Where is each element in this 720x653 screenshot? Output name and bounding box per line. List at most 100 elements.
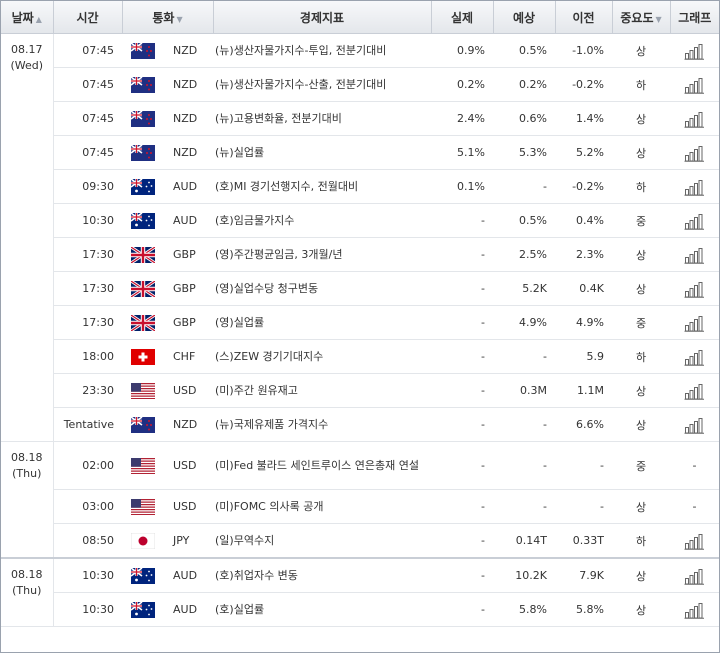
actual-cell: - [431, 557, 493, 593]
table-row: 07:45 NZD (뉴)실업률 5.1% 5.3% 5.2% 상 [1, 135, 719, 170]
forecast-cell: 2.5% [493, 237, 555, 272]
graph-cell [670, 135, 719, 170]
previous-cell: 5.8% [555, 592, 612, 627]
date-value: 08.18 [11, 568, 43, 581]
indicator-cell: (미)FOMC 의사록 공개 [213, 489, 431, 524]
importance-cell: 상 [612, 101, 670, 136]
col-currency[interactable]: 통화 ▼ [121, 1, 214, 34]
previous-cell: -1.0% [555, 33, 612, 68]
forecast-cell: 0.5% [493, 203, 555, 238]
flag-cell [122, 101, 160, 136]
bar-chart-icon[interactable] [684, 179, 706, 196]
previous-cell: 1.1M [555, 373, 612, 408]
flag-cell [122, 592, 160, 627]
bar-chart-icon[interactable] [684, 111, 706, 128]
time-cell: 07:45 [53, 135, 122, 170]
indicator-cell: (미)Fed 불라드 세인트루이스 연은총재 연설 [213, 441, 431, 490]
currency-cell: NZD [160, 33, 213, 68]
calendar-body: 08.17 (Wed) 07:45 NZD (뉴)생산자물가지수-투입, 전분기대비 0.… [1, 33, 719, 627]
actual-cell: - [431, 305, 493, 340]
flag-cell [122, 67, 160, 102]
flag-cell [122, 169, 160, 204]
weekday: (Thu) [12, 467, 42, 480]
currency-cell: JPY [160, 523, 213, 559]
flag-jp-icon [131, 532, 155, 549]
indicator-cell: (호)실업률 [213, 592, 431, 627]
table-row: 08.18 (Thu) 02:00 USD (미)Fed 불라드 세인트루이스 연은총재… [1, 441, 719, 559]
previous-cell: 5.2% [555, 135, 612, 170]
currency-cell: GBP [160, 271, 213, 306]
bar-chart-icon[interactable] [684, 417, 706, 434]
flag-cell [122, 33, 160, 68]
flag-nz-icon [131, 42, 155, 59]
flag-au-icon [131, 178, 155, 195]
weekday: (Wed) [10, 59, 44, 72]
previous-cell: 5.9 [555, 339, 612, 374]
bar-chart-icon[interactable] [684, 533, 706, 550]
time-cell: 03:00 [53, 489, 122, 524]
bar-chart-icon[interactable] [684, 315, 706, 332]
table-row: 10:30 AUD (호)실업률 -5.8% 5.8% 상 [1, 592, 719, 627]
bar-chart-icon[interactable] [684, 349, 706, 366]
flag-cell [122, 441, 160, 490]
flag-cell [122, 237, 160, 272]
bar-chart-icon[interactable] [684, 43, 706, 60]
bar-chart-icon[interactable] [684, 247, 706, 264]
time-cell: Tentative [53, 407, 122, 442]
currency-cell: USD [160, 489, 213, 524]
flag-au-icon [131, 601, 155, 618]
forecast-cell: 0.3M [493, 373, 555, 408]
actual-cell: 0.9% [431, 33, 493, 68]
importance-cell: 하 [612, 523, 670, 559]
previous-cell: 6.6% [555, 407, 612, 442]
currency-cell: USD [160, 373, 213, 408]
flag-us-icon [131, 457, 155, 474]
bar-chart-icon[interactable] [684, 281, 706, 298]
actual-cell: - [431, 407, 493, 442]
col-date-label: 날짜 [11, 10, 34, 25]
graph-cell [670, 203, 719, 238]
col-forecast: 예상 [492, 1, 556, 34]
importance-cell: 상 [612, 373, 670, 408]
col-importance[interactable]: 중요도 ▼ [611, 1, 671, 34]
economic-calendar: 날짜 ▲ 시간 통화 ▼ 경제지표 실제 예상 이전 중요도 ▼ 그래프 08.17(… [0, 0, 720, 653]
currency-cell: USD [160, 441, 213, 490]
bar-chart-icon[interactable] [684, 213, 706, 230]
graph-cell [670, 339, 719, 374]
flag-au-icon [131, 567, 155, 584]
indicator-cell: (뉴)국제유제품 가격지수 [213, 407, 431, 442]
date-cell: 08.18 (Thu) [1, 557, 54, 627]
time-cell: 07:45 [53, 67, 122, 102]
table-row: 03:00 USD (미)FOMC 의사록 공개 - - - 상 - [1, 489, 719, 524]
currency-cell: AUD [160, 557, 213, 593]
bar-chart-icon[interactable] [684, 77, 706, 94]
importance-cell: 중 [612, 203, 670, 238]
flag-us-icon [131, 382, 155, 399]
table-row: 08.17 (Wed) 07:45 NZD (뉴)생산자물가지수-투입, 전분기대비 0.… [1, 33, 719, 442]
table-row: 17:30 GBP (영)실업률 -4.9% 4.9% 중 [1, 305, 719, 340]
graph-cell [670, 101, 719, 136]
flag-nz-icon [131, 416, 155, 433]
header-row: 날짜 ▲ 시간 통화 ▼ 경제지표 실제 예상 이전 중요도 ▼ 그래프 [1, 1, 719, 34]
time-cell: 17:30 [53, 305, 122, 340]
bar-chart-icon[interactable] [684, 602, 706, 619]
forecast-cell: 4.9% [493, 305, 555, 340]
importance-cell: 중 [612, 441, 670, 490]
bar-chart-icon[interactable] [684, 568, 706, 585]
forecast-cell: - [493, 441, 555, 490]
col-currency-label: 통화 [152, 10, 175, 25]
importance-cell: 중 [612, 305, 670, 340]
col-date[interactable]: 날짜 ▲ [1, 1, 54, 34]
importance-cell: 상 [612, 557, 670, 593]
previous-cell: -0.2% [555, 169, 612, 204]
bar-chart-icon[interactable] [684, 383, 706, 400]
indicator-cell: (스)ZEW 경기기대지수 [213, 339, 431, 374]
flag-cell [122, 339, 160, 374]
graph-cell [670, 373, 719, 408]
time-cell: 17:30 [53, 237, 122, 272]
flag-nz-icon [131, 76, 155, 93]
actual-cell: - [431, 489, 493, 524]
flag-cell [122, 203, 160, 238]
bar-chart-icon[interactable] [684, 145, 706, 162]
col-importance-label: 중요도 [620, 10, 654, 25]
